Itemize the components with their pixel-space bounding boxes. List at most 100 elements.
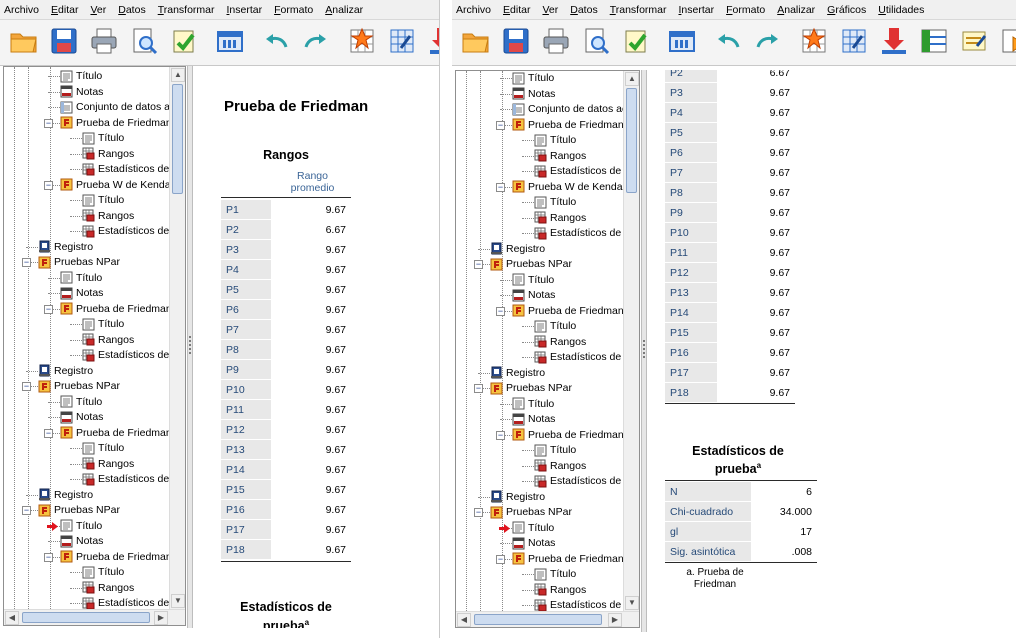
run-script-button[interactable] bbox=[998, 27, 1016, 59]
menu-item[interactable]: Archivo bbox=[0, 4, 45, 16]
tree-node-log[interactable]: Registro bbox=[38, 488, 93, 502]
tree-node-title[interactable]: Título bbox=[82, 193, 124, 207]
tree-node-procedure[interactable]: Pruebas NPar bbox=[490, 505, 572, 519]
menu-item[interactable]: Formato bbox=[268, 4, 319, 16]
tree-node-log[interactable]: Registro bbox=[38, 240, 93, 254]
outline-tree[interactable]: Título Notas Conjunto de datos activo − Prue… bbox=[3, 66, 186, 626]
tree-collapse-toggle[interactable]: − bbox=[44, 428, 53, 438]
tree-node-procedure[interactable]: Prueba de Friedman bbox=[512, 118, 623, 132]
tree-node-table[interactable]: Rangos bbox=[82, 457, 134, 471]
tree-node-title[interactable]: Título bbox=[82, 565, 124, 579]
export-button[interactable] bbox=[168, 27, 200, 59]
tree-node-log[interactable]: Registro bbox=[38, 364, 93, 378]
scroll-down-icon[interactable]: ▼ bbox=[171, 594, 185, 608]
tree-horizontal-scrollbar[interactable]: ◀ ▶ bbox=[456, 611, 639, 627]
tree-node-procedure[interactable]: Prueba de Friedman bbox=[60, 426, 169, 440]
tree-collapse-toggle[interactable]: − bbox=[474, 384, 483, 393]
menu-item[interactable]: Formato bbox=[720, 4, 771, 16]
redo-button[interactable] bbox=[300, 27, 332, 59]
pane-splitter[interactable] bbox=[641, 70, 647, 632]
scroll-left-icon[interactable]: ◀ bbox=[5, 611, 19, 625]
tree-node-procedure[interactable]: Prueba de Friedman bbox=[512, 428, 623, 442]
menu-item[interactable]: Ver bbox=[536, 4, 564, 16]
tree-node-notes[interactable]: Notas bbox=[60, 534, 103, 548]
scrollbar-thumb[interactable] bbox=[474, 614, 602, 625]
menu-item[interactable]: Utilidades bbox=[872, 4, 930, 16]
tree-node-procedure[interactable]: Prueba W de Kendall bbox=[60, 178, 169, 192]
tree-node-table[interactable]: Estadísticos de prueba bbox=[534, 350, 623, 364]
menu-item[interactable]: Datos bbox=[112, 4, 151, 16]
tree-node-table[interactable]: Estadísticos de prueba bbox=[534, 226, 623, 240]
tree-node-table[interactable]: Estadísticos de prueba bbox=[82, 162, 169, 176]
tree-node-table[interactable]: Estadísticos de prueba bbox=[534, 474, 623, 488]
menu-item[interactable]: Editar bbox=[45, 4, 84, 16]
scroll-up-icon[interactable]: ▲ bbox=[171, 68, 185, 82]
pane-splitter[interactable] bbox=[187, 66, 193, 628]
goto-data-button[interactable] bbox=[346, 27, 378, 59]
print-button[interactable] bbox=[540, 27, 572, 59]
tree-node-procedure[interactable]: Pruebas NPar bbox=[38, 255, 120, 269]
tree-node-notes[interactable]: Notas bbox=[512, 412, 555, 426]
dialog-recall-button[interactable] bbox=[666, 27, 698, 59]
dialog-recall-button[interactable] bbox=[214, 27, 246, 59]
tree-node-table[interactable]: Estadísticos de prueba bbox=[534, 598, 623, 611]
tree-collapse-toggle[interactable]: − bbox=[22, 382, 31, 391]
tree-node-dataset[interactable]: Conjunto de datos activo bbox=[60, 100, 169, 114]
tree-node-table[interactable]: Rangos bbox=[82, 147, 134, 161]
print-preview-button[interactable] bbox=[580, 27, 612, 59]
tree-node-title[interactable]: Título bbox=[82, 131, 124, 145]
tree-node-notes[interactable]: Notas bbox=[60, 85, 103, 99]
goto-case-button[interactable] bbox=[838, 27, 870, 59]
tree-collapse-toggle[interactable]: − bbox=[496, 120, 505, 130]
outline-tree[interactable]: Título Notas Conjunto de datos activo − Prue… bbox=[455, 70, 640, 628]
tree-node-table[interactable]: Rangos bbox=[534, 583, 586, 597]
tree-collapse-toggle[interactable]: − bbox=[44, 180, 53, 190]
tree-collapse-toggle[interactable]: − bbox=[22, 258, 31, 267]
scroll-left-icon[interactable]: ◀ bbox=[457, 613, 471, 627]
scroll-right-icon[interactable]: ▶ bbox=[154, 611, 168, 625]
tree-node-table[interactable]: Estadísticos de prueba bbox=[82, 472, 169, 486]
tree-collapse-toggle[interactable]: − bbox=[496, 554, 505, 564]
tree-node-notes[interactable]: Notas bbox=[512, 536, 555, 550]
tree-node-title[interactable]: Título bbox=[60, 519, 102, 533]
scrollbar-thumb[interactable] bbox=[172, 84, 183, 194]
open-folder-button[interactable] bbox=[460, 27, 492, 59]
print-preview-button[interactable] bbox=[128, 27, 160, 59]
goto-variable-button[interactable] bbox=[426, 27, 439, 59]
tree-node-title[interactable]: Título bbox=[512, 397, 554, 411]
tree-collapse-toggle[interactable]: − bbox=[496, 182, 505, 192]
tree-node-title[interactable]: Título bbox=[512, 273, 554, 287]
tree-node-title[interactable]: Título bbox=[60, 395, 102, 409]
open-folder-button[interactable] bbox=[8, 27, 40, 59]
tree-node-title[interactable]: Título bbox=[512, 71, 554, 85]
tree-node-notes[interactable]: Notas bbox=[60, 286, 103, 300]
tree-node-procedure[interactable]: Prueba de Friedman bbox=[60, 302, 169, 316]
tree-node-title[interactable]: Título bbox=[534, 195, 576, 209]
tree-node-dataset[interactable]: Conjunto de datos activo bbox=[512, 102, 623, 116]
scrollbar-thumb[interactable] bbox=[22, 612, 150, 623]
tree-node-procedure[interactable]: Pruebas NPar bbox=[490, 381, 572, 395]
tree-node-table[interactable]: Rangos bbox=[82, 209, 134, 223]
tree-collapse-toggle[interactable]: − bbox=[22, 506, 31, 515]
tree-collapse-toggle[interactable]: − bbox=[474, 260, 483, 269]
tree-node-table[interactable]: Estadísticos de prueba bbox=[534, 164, 623, 178]
redo-button[interactable] bbox=[752, 27, 784, 59]
tree-node-notes[interactable]: Notas bbox=[60, 410, 103, 424]
undo-button[interactable] bbox=[712, 27, 744, 59]
save-button[interactable] bbox=[500, 27, 532, 59]
tree-node-title[interactable]: Título bbox=[534, 443, 576, 457]
undo-button[interactable] bbox=[260, 27, 292, 59]
tree-node-title[interactable]: Título bbox=[534, 567, 576, 581]
tree-node-table[interactable]: Rangos bbox=[534, 459, 586, 473]
tree-node-log[interactable]: Registro bbox=[490, 490, 545, 504]
menu-item[interactable]: Datos bbox=[564, 4, 603, 16]
tree-horizontal-scrollbar[interactable]: ◀ ▶ bbox=[4, 609, 185, 625]
scrollbar-thumb[interactable] bbox=[626, 88, 637, 193]
menu-item[interactable]: Editar bbox=[497, 4, 536, 16]
tree-collapse-toggle[interactable]: − bbox=[474, 508, 483, 517]
tree-node-title[interactable]: Título bbox=[534, 319, 576, 333]
tree-node-procedure[interactable]: Prueba de Friedman bbox=[60, 116, 169, 130]
tree-node-title[interactable]: Título bbox=[512, 521, 554, 535]
tree-node-table[interactable]: Rangos bbox=[534, 335, 586, 349]
tree-node-table[interactable]: Estadísticos de prueba bbox=[82, 224, 169, 238]
